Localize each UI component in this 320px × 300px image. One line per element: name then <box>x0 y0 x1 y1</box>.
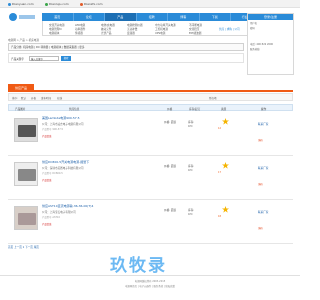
product-stock-qty: 1PC <box>188 169 193 172</box>
product-image[interactable] <box>14 118 38 142</box>
site-label: Dianzhi.com <box>84 2 103 6</box>
logo-icon <box>9 13 35 21</box>
product-stock: 库存: <box>188 165 195 168</box>
product-price: 价格: 面议 <box>164 165 177 168</box>
inquiry-link[interactable]: 询价 <box>258 182 263 186</box>
phone-text: 电话: 400 822 2000 <box>250 43 274 46</box>
product-image[interactable] <box>14 162 38 186</box>
product-info-link[interactable]: 产品信息 <box>42 222 52 226</box>
product-model: 产品型号 AST10 <box>42 216 60 219</box>
product-info-link[interactable]: 产品信息 <box>42 178 52 182</box>
sort-default[interactable]: 默认 <box>21 96 26 100</box>
product-name[interactable]: 美国Lambda电源900-57.5 <box>42 116 80 120</box>
sort-bar: 排序: 默认 价格 发布时间 在线 所在地 <box>8 93 293 101</box>
product-image[interactable] <box>14 206 38 230</box>
breadcrumb[interactable]: 电源网 > 产品 > 机床电源 <box>8 38 39 42</box>
top-bar: Dianyuan.com Dianluju.com Dianzhi.com <box>0 0 300 8</box>
col-action: 操作 <box>261 108 267 111</box>
footer-links[interactable]: 电源网首页 | 电子元器件 | 服务条款 | 隐私政策 <box>0 284 300 288</box>
product-name[interactable]: 供应AST10直流电源输-36-36-00(T)4 <box>42 204 93 208</box>
sort-price[interactable]: 价格 <box>31 96 36 100</box>
inquiry-link[interactable]: 询价 <box>258 226 263 230</box>
table-row: 供应DC800-5开关电源电源-报警下 公司：深圳市英赛电子科技有限公司 产品型… <box>8 156 293 200</box>
sort-online[interactable]: 在线 <box>57 96 62 100</box>
star-icon <box>222 162 229 169</box>
sort-time[interactable]: 发布时间 <box>41 96 51 100</box>
search-label: 产品关键字 <box>11 58 24 61</box>
table-row: 供应AST10直流电源输-36-36-00(T)4 公司：上海宝石电子有限公司 … <box>8 200 293 244</box>
col-image: 产品图片 <box>15 108 26 111</box>
site-dot-icon <box>45 2 48 6</box>
company-name[interactable]: 公司：上海市凌志电子电源有限公司 <box>42 122 84 126</box>
subnav-link[interactable]: 传感器 <box>75 31 83 35</box>
search-button[interactable]: 搜索 <box>61 56 71 61</box>
tab-strip: 供应产品 <box>8 83 293 92</box>
login-panel: 登录/注册 用户名 密码 电话: 400 822 2000 服务热线 <box>247 13 294 75</box>
site-label: Dianyuan.com <box>12 2 34 6</box>
col-stock: 库存/起订 <box>189 108 201 111</box>
site-label: Dianluju.com <box>49 2 69 6</box>
site-dot-icon <box>8 2 11 6</box>
company-name[interactable]: 公司：深圳市英赛电子科技有限公司 <box>42 166 84 170</box>
subnav-link[interactable]: EMI滤波器 <box>189 31 201 35</box>
qual-count: 18 <box>218 215 222 218</box>
nav-forum[interactable]: 论坛 <box>74 13 105 21</box>
footer: 电源网版权所有 2003-2015 电源网首页 | 电子元器件 | 服务条款 |… <box>0 275 300 300</box>
site-link-dianyuan[interactable]: Dianyuan.com <box>8 2 34 6</box>
col-qual: 资质 <box>221 108 227 111</box>
site-link-dianzhi[interactable]: Dianzhi.com <box>80 2 103 6</box>
subnav-link[interactable]: 光伏产品 <box>101 31 111 35</box>
nav-jobs[interactable]: 招聘 <box>137 13 168 21</box>
product-stock: 库存: <box>188 121 195 124</box>
col-price: 价格 <box>167 108 173 111</box>
contact-link[interactable]: 联系厂家 <box>258 122 268 126</box>
product-stock: 库存: <box>188 209 195 212</box>
product-price: 价格: 面议 <box>164 209 177 212</box>
table-header: 产品图片 供应信息 价格 库存/起订 资质 操作 <box>8 104 293 111</box>
product-price: 价格: 面议 <box>164 121 177 124</box>
nav-products[interactable]: 产品 <box>105 13 137 21</box>
product-info-link[interactable]: 产品信息 <box>42 134 52 138</box>
subnav-link[interactable]: 电源模块 <box>49 31 59 35</box>
login-username[interactable]: 用户名 <box>250 21 291 25</box>
pagination[interactable]: 首页 上一页 1 下一页 尾页 <box>8 245 39 249</box>
inquiry-link[interactable]: 询价 <box>258 138 263 142</box>
company-name[interactable]: 公司：上海宝石电子有限公司 <box>42 210 76 214</box>
star-icon <box>222 206 229 213</box>
product-stock-qty: 1PC <box>188 213 193 216</box>
logo[interactable] <box>8 12 38 22</box>
col-info: 供应信息 <box>69 108 80 111</box>
sort-region[interactable]: 所在地 <box>209 96 217 100</box>
footer-copyright: 电源网版权所有 2003-2015 <box>134 280 166 283</box>
tab-supply[interactable]: 供应产品 <box>8 84 34 92</box>
login-panel-title[interactable]: 登录/注册 <box>248 14 293 20</box>
subnav-link[interactable]: UPS电源 <box>155 31 165 35</box>
login-password[interactable]: 密码 <box>250 26 291 30</box>
nav-download[interactable]: 下载 <box>200 13 231 21</box>
product-model: 产品型号 900-57.5 <box>42 128 64 131</box>
nav-home[interactable]: 首页 <box>42 13 74 21</box>
contact-link[interactable]: 联系厂家 <box>258 210 268 214</box>
star-icon <box>222 118 229 125</box>
table-row: 美国Lambda电源900-57.5 公司：上海市凌志电子电源有限公司 产品型号… <box>8 112 293 156</box>
product-stock-qty: 1PC <box>188 125 193 128</box>
contact-link[interactable]: 联系厂家 <box>258 166 268 170</box>
search-input[interactable]: 输入关键字 <box>29 56 59 61</box>
product-name[interactable]: 供应DC800-5开关电源电源-报警下 <box>42 160 89 164</box>
subnav-link[interactable]: 变频器 <box>127 31 135 35</box>
subnav-extra[interactable]: 供应 | 求购 | 公司 <box>219 27 240 31</box>
hotline-text: 服务热线 <box>250 48 260 51</box>
sort-label: 排序: <box>12 97 18 100</box>
qual-count: 12 <box>218 127 222 130</box>
nav-blog[interactable]: 博客 <box>168 13 200 21</box>
watermark-text: 玖牧录 <box>110 256 167 276</box>
product-model: 产品型号 DC800-5 <box>42 172 63 175</box>
site-link-dianluju[interactable]: Dianluju.com <box>45 2 69 6</box>
site-dot-icon <box>80 2 83 6</box>
search-row: 产品关键字 输入关键字 搜索 <box>8 53 244 63</box>
qual-count: 17 <box>218 171 222 174</box>
category-filter-bar[interactable]: 产品分类: 机床电源 | DC 转换器 | 电源模块 | 数据采集器 | 更多 <box>8 43 244 51</box>
